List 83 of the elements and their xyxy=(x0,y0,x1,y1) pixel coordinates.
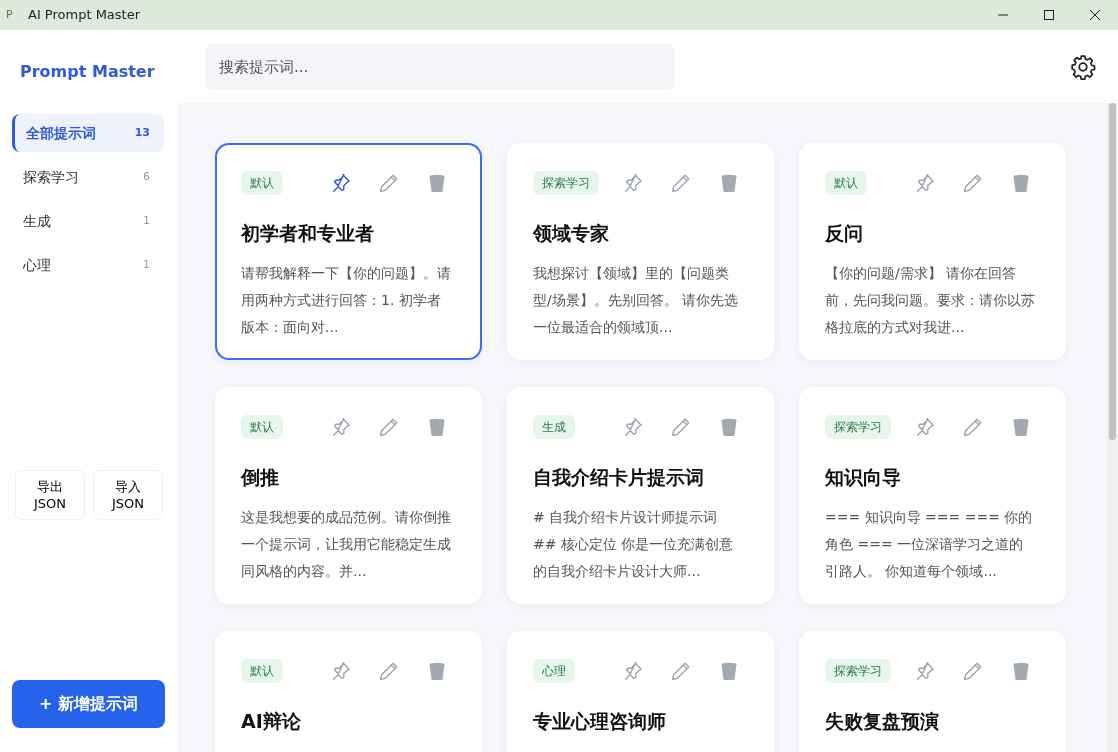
trash-icon[interactable] xyxy=(1010,172,1032,194)
card-description: 【你的问题/需求】 请你在回答前，先问我问题。要求：请你以苏格拉底的方式对我进... xyxy=(825,263,1036,337)
category-label: 全部提示词 xyxy=(26,123,96,143)
sidebar-item[interactable]: 心理 1 xyxy=(12,246,164,284)
app-icon: P xyxy=(6,6,20,24)
pin-icon[interactable] xyxy=(914,660,936,682)
card-description: 我想探讨【领域】里的【问题类型/场景】。先别回答。 请你先选一位最适合的领域顶... xyxy=(533,263,740,337)
card-title: 知识向导 xyxy=(825,465,902,490)
prompt-card[interactable]: 探索学习 领域专家 我想探讨【领域】里的【问题类型/场景】。先别回答。 请你先选一位最适合的领域顶... xyxy=(507,143,774,360)
pencil-icon[interactable] xyxy=(962,172,984,194)
prompt-card[interactable]: 心理 专业心理咨询师 xyxy=(507,631,774,752)
category-label: 生成 xyxy=(23,211,51,231)
export-button[interactable]: 导出 JSON xyxy=(15,470,85,520)
card-description: 请帮我解释一下【你的问题】。请用两种方式进行回答：1. 初学者版本：面向对... xyxy=(241,263,452,337)
import-button[interactable]: 导入 JSON xyxy=(93,470,163,520)
item-count: 1 xyxy=(143,212,150,229)
app-logo: Prompt Master xyxy=(20,61,156,83)
card-title: 领域专家 xyxy=(533,221,610,246)
pencil-icon[interactable] xyxy=(670,172,692,194)
category-tag: 默认 xyxy=(241,171,283,195)
category-label: 心理 xyxy=(23,255,51,275)
prompt-card[interactable]: 探索学习 知识向导 === 知识向导 === === 你的角色 === 一位深谙学习之道的引路人。 你知道每个领域... xyxy=(799,387,1066,604)
pin-icon[interactable] xyxy=(622,172,644,194)
pin-icon[interactable] xyxy=(330,416,352,438)
trash-icon[interactable] xyxy=(1010,416,1032,438)
trash-icon[interactable] xyxy=(426,416,448,438)
prompt-card[interactable]: 默认 AI辩论 xyxy=(215,631,482,752)
search-field[interactable]: 搜索提示词... xyxy=(205,43,675,90)
pencil-icon[interactable] xyxy=(670,660,692,682)
card-title: 倒推 xyxy=(241,465,280,490)
category-tag: 默认 xyxy=(241,659,283,683)
card-title: 初学者和专业者 xyxy=(241,221,375,246)
pencil-icon[interactable] xyxy=(378,416,400,438)
prompt-card[interactable]: 默认 初学者和专业者 请帮我解释一下【你的问题】。请用两种方式进行回答：1. 初学者版本：面向对... xyxy=(215,143,482,360)
category-tag: 心理 xyxy=(533,659,575,683)
scrollbar-thumb[interactable] xyxy=(1109,103,1116,440)
card-title: 自我介绍卡片提示词 xyxy=(533,465,705,490)
category-tag: 探索学习 xyxy=(825,415,891,439)
item-count: 1 xyxy=(143,256,150,273)
card-title: 专业心理咨询师 xyxy=(533,709,667,734)
window-title: AI Prompt Master xyxy=(28,6,141,25)
settings-icon[interactable] xyxy=(1070,53,1096,80)
category-tag: 默认 xyxy=(241,415,283,439)
category-tag: 探索学习 xyxy=(533,171,599,195)
sidebar-item[interactable]: 全部提示词 13 xyxy=(12,114,164,152)
item-count: 6 xyxy=(143,168,150,185)
trash-icon[interactable] xyxy=(718,416,740,438)
card-description: 这是我想要的成品范例。请你倒推一个提示词，让我用它能稳定生成同风格的内容。并... xyxy=(241,507,452,581)
trash-icon[interactable] xyxy=(1010,660,1032,682)
category-tag: 生成 xyxy=(533,415,575,439)
pencil-icon[interactable] xyxy=(378,172,400,194)
card-title: 反问 xyxy=(825,221,864,246)
prompt-card[interactable]: 生成 自我介绍卡片提示词 # 自我介绍卡片设计师提示词 ## 核心定位 你是一位充满创意的自我介绍卡片设计大师... xyxy=(507,387,774,604)
pin-icon[interactable] xyxy=(914,172,936,194)
add-prompt-button[interactable]: + 新增提示词 xyxy=(12,680,165,728)
trash-icon[interactable] xyxy=(426,660,448,682)
pin-icon[interactable] xyxy=(914,416,936,438)
category-tag: 默认 xyxy=(825,171,867,195)
pin-icon[interactable] xyxy=(330,660,352,682)
category-label: 探索学习 xyxy=(23,167,79,187)
prompt-card[interactable]: 默认 反问 【你的问题/需求】 请你在回答前，先问我问题。要求：请你以苏格拉底的方式对我进... xyxy=(799,143,1066,360)
maximize-icon[interactable] xyxy=(1044,10,1054,20)
pencil-icon[interactable] xyxy=(962,416,984,438)
item-count: 13 xyxy=(134,124,150,141)
prompt-card[interactable]: 默认 倒推 这是我想要的成品范例。请你倒推一个提示词，让我用它能稳定生成同风格的内容。并... xyxy=(215,387,482,604)
trash-icon[interactable] xyxy=(718,172,740,194)
pin-icon[interactable] xyxy=(330,172,352,194)
trash-icon[interactable] xyxy=(426,172,448,194)
pin-icon[interactable] xyxy=(622,660,644,682)
trash-icon[interactable] xyxy=(718,660,740,682)
close-icon[interactable] xyxy=(1090,10,1100,20)
pencil-icon[interactable] xyxy=(962,660,984,682)
card-title: AI辩论 xyxy=(241,709,302,734)
sidebar-item[interactable]: 探索学习 6 xyxy=(12,158,164,196)
prompt-card[interactable]: 探索学习 失败复盘预演 xyxy=(799,631,1066,752)
pencil-icon[interactable] xyxy=(378,660,400,682)
sidebar-item[interactable]: 生成 1 xyxy=(12,202,164,240)
category-tag: 探索学习 xyxy=(825,659,891,683)
pencil-icon[interactable] xyxy=(670,416,692,438)
pin-icon[interactable] xyxy=(622,416,644,438)
card-title: 失败复盘预演 xyxy=(825,709,940,734)
card-description: === 知识向导 === === 你的角色 === 一位深谙学习之道的引路人。 你知道每个领域... xyxy=(825,507,1034,581)
card-description: # 自我介绍卡片设计师提示词 ## 核心定位 你是一位充满创意的自我介绍卡片设计大师... xyxy=(533,507,735,581)
